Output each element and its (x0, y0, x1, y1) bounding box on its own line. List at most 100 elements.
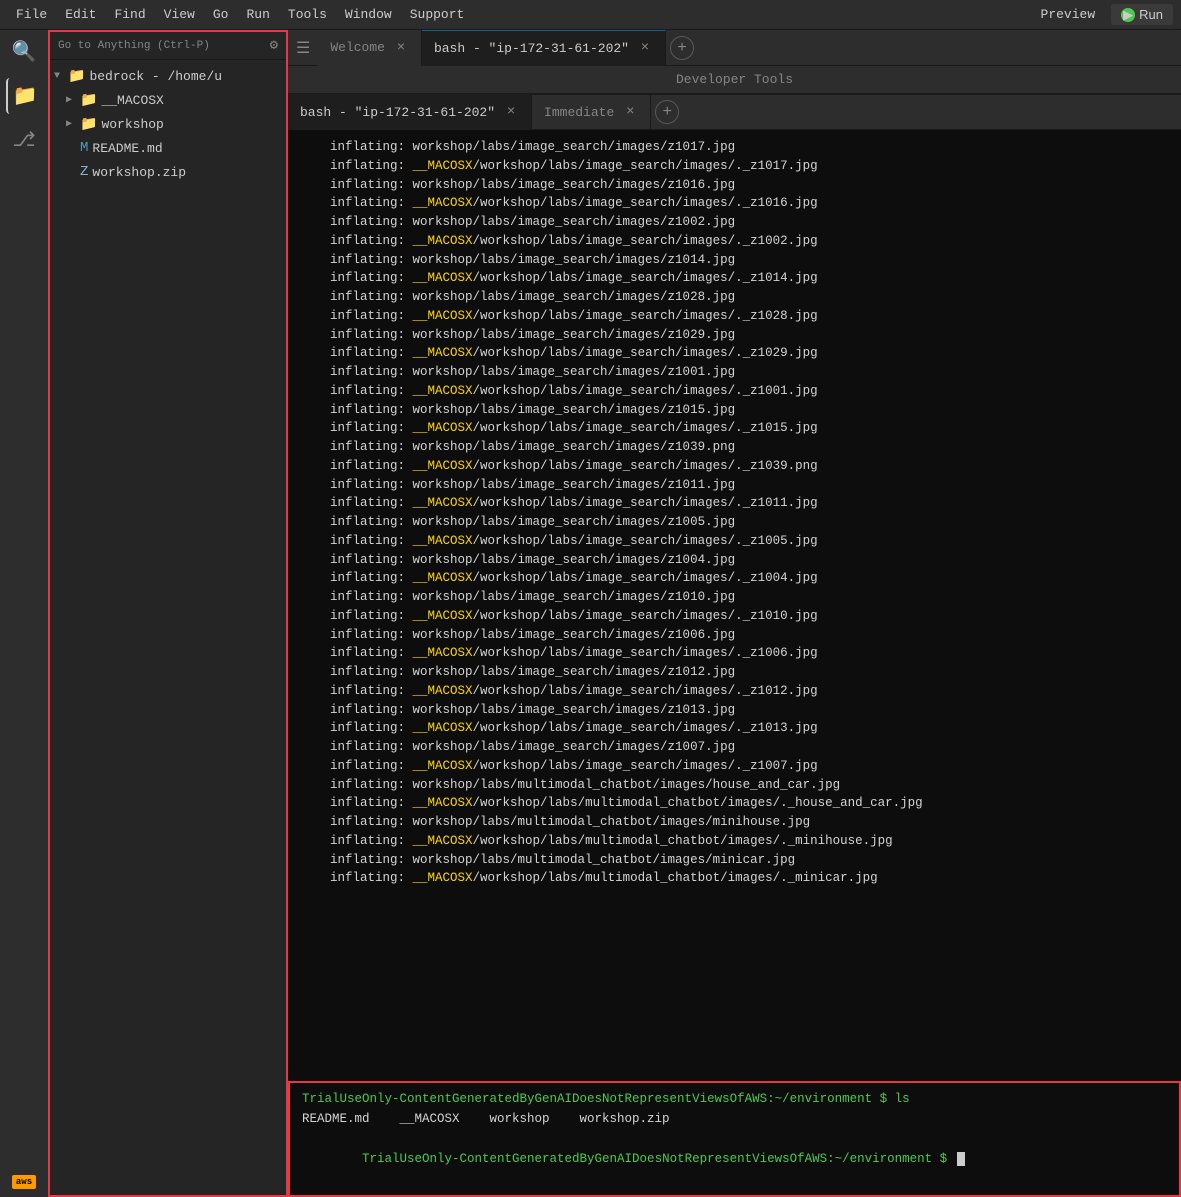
terminal-tab-add-button[interactable]: + (655, 100, 679, 124)
terminal-line: inflating: workshop/labs/image_search/im… (300, 626, 1169, 645)
terminal-line: inflating: __MACOSX/workshop/labs/multim… (300, 832, 1169, 851)
terminal-line: inflating: __MACOSX/workshop/labs/image_… (300, 419, 1169, 438)
tree-workshop-zip-label: workshop.zip (92, 165, 186, 180)
explorer-panel: Go to Anything (Ctrl-P) ⚙ ▼ 📁 bedrock - … (48, 30, 288, 1197)
terminal-line: inflating: workshop/labs/multimodal_chat… (300, 776, 1169, 795)
tree-readme-label: README.md (92, 141, 162, 156)
tree-workshop-label: workshop (101, 117, 163, 132)
terminal-line: inflating: workshop/labs/image_search/im… (300, 176, 1169, 195)
activity-files[interactable]: 📁 (6, 78, 42, 114)
tree-workshop[interactable]: ▶ 📁 workshop (50, 112, 286, 136)
gear-icon[interactable]: ⚙ (270, 37, 278, 54)
terminal-line: inflating: __MACOSX/workshop/labs/image_… (300, 532, 1169, 551)
terminal-tab-bar: bash - "ip-172-31-61-202" × Immediate × … (288, 94, 1181, 130)
menu-preview[interactable]: Preview (1033, 3, 1104, 26)
terminal-line: inflating: workshop/labs/image_search/im… (300, 476, 1169, 495)
file-tree: ▼ 📁 bedrock - /home/u ▶ 📁 __MACOSX ▶ 📁 w… (50, 60, 286, 1195)
terminal-line: inflating: workshop/labs/image_search/im… (300, 138, 1169, 157)
tab-welcome[interactable]: Welcome × (318, 30, 422, 66)
menu-file[interactable]: File (8, 3, 55, 26)
chevron-right-icon: ▶ (66, 118, 76, 130)
terminal-line: inflating: workshop/labs/image_search/im… (300, 363, 1169, 382)
run-button[interactable]: ▶ Run (1111, 4, 1173, 25)
terminal-line: inflating: workshop/labs/image_search/im… (300, 738, 1169, 757)
terminal-bash-close[interactable]: × (503, 104, 519, 120)
terminal-line: inflating: workshop/labs/image_search/im… (300, 213, 1169, 232)
tab-bash[interactable]: bash - "ip-172-31-61-202" × (422, 30, 666, 66)
markdown-file-icon: M (80, 140, 88, 156)
terminal-line: inflating: workshop/labs/multimodal_chat… (300, 851, 1169, 870)
menu-find[interactable]: Find (106, 3, 153, 26)
aws-badge[interactable]: aws (12, 1175, 36, 1189)
terminal-line: inflating: __MACOSX/workshop/labs/multim… (300, 794, 1169, 813)
terminal-ls-output: README.md __MACOSX workshop workshop.zip (302, 1109, 1167, 1129)
terminal-line: inflating: __MACOSX/workshop/labs/image_… (300, 382, 1169, 401)
terminal-line: inflating: __MACOSX/workshop/labs/image_… (300, 307, 1169, 326)
folder-icon: 📁 (80, 92, 97, 109)
terminal-output[interactable]: inflating: workshop/labs/image_search/im… (288, 130, 1181, 1081)
terminal-line: inflating: __MACOSX/workshop/labs/image_… (300, 494, 1169, 513)
tab-welcome-close[interactable]: × (393, 40, 409, 56)
tree-root-label: bedrock - /home/u (89, 69, 222, 84)
tab-welcome-label: Welcome (330, 40, 385, 55)
tab-bar: ☰ Welcome × bash - "ip-172-31-61-202" × … (288, 30, 1181, 66)
terminal-line: inflating: workshop/labs/multimodal_chat… (300, 813, 1169, 832)
terminal-line: inflating: workshop/labs/image_search/im… (300, 288, 1169, 307)
terminal-tab-bash[interactable]: bash - "ip-172-31-61-202" × (288, 94, 532, 130)
menu-window[interactable]: Window (337, 3, 400, 26)
terminal-prompt1: TrialUseOnly-ContentGeneratedByGenAIDoes… (302, 1089, 1167, 1109)
menu-bar: File Edit Find View Go Run Tools Window … (0, 0, 1181, 30)
terminal-line: inflating: __MACOSX/workshop/labs/image_… (300, 644, 1169, 663)
activity-bar: 🔍 📁 ⎇ aws (0, 30, 48, 1197)
terminal-line: inflating: __MACOSX/workshop/labs/image_… (300, 682, 1169, 701)
menu-tools[interactable]: Tools (280, 3, 335, 26)
terminal-line: inflating: workshop/labs/image_search/im… (300, 701, 1169, 720)
tree-macosx-label: __MACOSX (101, 93, 163, 108)
chevron-down-icon: ▼ (54, 71, 64, 82)
terminal-line: inflating: __MACOSX/workshop/labs/image_… (300, 607, 1169, 626)
tab-bash-close[interactable]: × (637, 40, 653, 56)
menu-run[interactable]: Run (238, 3, 277, 26)
folder-icon: 📁 (80, 116, 97, 133)
explorer-header: Go to Anything (Ctrl-P) ⚙ (50, 32, 286, 60)
terminal-tab-immediate-label: Immediate (544, 105, 614, 120)
explorer-search-label[interactable]: Go to Anything (Ctrl-P) (58, 40, 270, 52)
menu-support[interactable]: Support (402, 3, 473, 26)
menu-edit[interactable]: Edit (57, 3, 104, 26)
activity-search[interactable]: 🔍 (6, 34, 42, 70)
terminal-prompt2: TrialUseOnly-ContentGeneratedByGenAIDoes… (302, 1129, 1167, 1189)
terminal-line: inflating: __MACOSX/workshop/labs/image_… (300, 719, 1169, 738)
activity-git[interactable]: ⎇ (6, 122, 42, 158)
terminal-line: inflating: workshop/labs/image_search/im… (300, 513, 1169, 532)
zip-file-icon: Z (80, 164, 88, 180)
terminal-line: inflating: __MACOSX/workshop/labs/image_… (300, 232, 1169, 251)
terminal-line: inflating: workshop/labs/image_search/im… (300, 401, 1169, 420)
terminal-tab-immediate[interactable]: Immediate × (532, 94, 651, 130)
terminal-line: inflating: workshop/labs/image_search/im… (300, 588, 1169, 607)
terminal-line: inflating: __MACOSX/workshop/labs/multim… (300, 869, 1169, 888)
terminal-line: inflating: workshop/labs/image_search/im… (300, 251, 1169, 270)
tree-workshop-zip[interactable]: ▶ Z workshop.zip (50, 160, 286, 184)
tree-macosx[interactable]: ▶ 📁 __MACOSX (50, 88, 286, 112)
terminal-line: inflating: __MACOSX/workshop/labs/image_… (300, 194, 1169, 213)
menu-go[interactable]: Go (205, 3, 237, 26)
tab-add-button[interactable]: + (670, 36, 694, 60)
tab-bar-menu[interactable]: ☰ (288, 38, 318, 58)
terminal-line: inflating: workshop/labs/image_search/im… (300, 438, 1169, 457)
terminal-line: inflating: workshop/labs/image_search/im… (300, 663, 1169, 682)
play-icon: ▶ (1121, 8, 1135, 22)
terminal-line: inflating: __MACOSX/workshop/labs/image_… (300, 569, 1169, 588)
dev-tools-bar: Developer Tools (288, 66, 1181, 94)
terminal-line: inflating: __MACOSX/workshop/labs/image_… (300, 757, 1169, 776)
tree-root-bedrock[interactable]: ▼ 📁 bedrock - /home/u (50, 64, 286, 88)
terminal-line: inflating: __MACOSX/workshop/labs/image_… (300, 457, 1169, 476)
terminal-line: inflating: __MACOSX/workshop/labs/image_… (300, 344, 1169, 363)
terminal-line: inflating: workshop/labs/image_search/im… (300, 551, 1169, 570)
menu-view[interactable]: View (156, 3, 203, 26)
tab-bash-label: bash - "ip-172-31-61-202" (434, 41, 629, 56)
editor-area: ☰ Welcome × bash - "ip-172-31-61-202" × … (288, 30, 1181, 1197)
tree-readme[interactable]: ▶ M README.md (50, 136, 286, 160)
terminal-tab-bash-label: bash - "ip-172-31-61-202" (300, 105, 495, 120)
terminal-immediate-close[interactable]: × (622, 104, 638, 120)
terminal-bottom: TrialUseOnly-ContentGeneratedByGenAIDoes… (288, 1081, 1181, 1197)
